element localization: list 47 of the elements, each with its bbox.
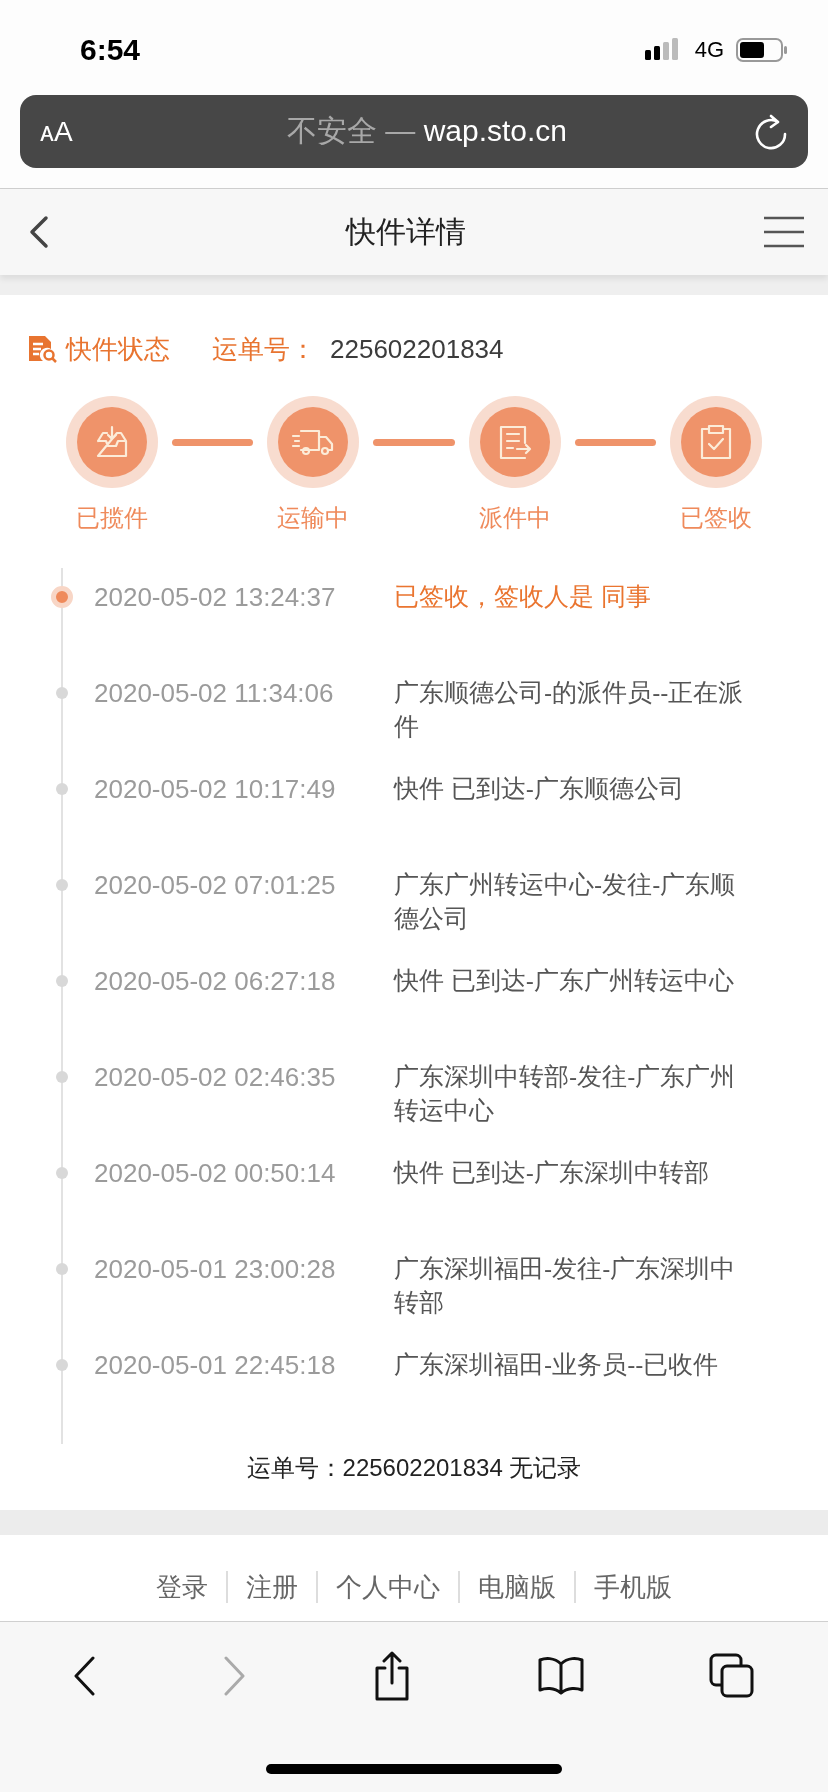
section-title: 快件状态 [66, 332, 170, 366]
clipboard-check-icon [698, 423, 734, 461]
event-description: 广东深圳中转部-发往-广东广州转运中心 [394, 1062, 737, 1126]
battery-icon [736, 37, 788, 62]
tracking-number: 225602201834 [330, 333, 504, 365]
reload-icon[interactable] [754, 113, 788, 150]
no-record-note: 运单号：225602201834 无记录 [245, 1453, 583, 1483]
footer-link[interactable]: 电脑版 [458, 1571, 574, 1603]
event-description: 广东广州转运中心-发往-广东顺德公司 [394, 870, 737, 934]
page-title: 快件详情 [344, 213, 467, 250]
tabs-icon[interactable] [709, 1653, 756, 1699]
document-search-icon [28, 335, 58, 363]
status-time: 6:54 [80, 31, 142, 67]
event-time: 2020-05-02 13:24:37 [93, 581, 337, 614]
event-time: 2020-05-02 07:01:25 [93, 869, 337, 902]
event-time: 2020-05-02 06:27:18 [93, 965, 337, 998]
step-label: 已揽件 [76, 503, 148, 533]
event-description: 已签收，签收人是 同事 [394, 582, 652, 612]
event-time: 2020-05-01 23:00:28 [93, 1253, 337, 1286]
footer-link[interactable]: 个人中心 [316, 1571, 458, 1603]
back-button[interactable] [28, 215, 50, 249]
step-label: 已签收 [680, 503, 752, 533]
event-description: 快件 已到达-广东深圳中转部 [394, 1158, 710, 1188]
event-time: 2020-05-02 02:46:35 [93, 1061, 337, 1094]
tracking-number-label: 运单号： [212, 332, 316, 366]
event-description: 广东深圳福田-发往-广东深圳中转部 [394, 1254, 737, 1318]
menu-button[interactable] [762, 215, 806, 249]
address-bar[interactable]: ᴀA 不安全 — wap.sto.cn [20, 95, 808, 168]
event-description: 快件 已到达-广东广州转运中心 [394, 966, 735, 996]
event-time: 2020-05-02 00:50:14 [93, 1157, 337, 1190]
step-label: 运输中 [277, 503, 350, 533]
event-description: 快件 已到达-广东顺德公司 [394, 774, 685, 804]
event-time: 2020-05-01 22:45:18 [93, 1349, 337, 1382]
event-description: 广东顺德公司-的派件员--正在派件 [394, 678, 745, 742]
back-icon[interactable] [72, 1656, 97, 1696]
event-description: 广东深圳福田-业务员--已收件 [394, 1350, 720, 1380]
book-icon[interactable] [537, 1656, 584, 1696]
security-label: 不安全 — [286, 114, 416, 147]
footer-link[interactable]: 手机版 [574, 1571, 690, 1603]
domain-text: wap.sto.cn [423, 114, 568, 147]
step-label: 派件中 [478, 503, 551, 533]
event-time: 2020-05-02 10:17:49 [93, 773, 337, 806]
footer-link[interactable]: 注册 [226, 1571, 316, 1603]
network-type: 4G [694, 36, 724, 63]
event-time: 2020-05-02 11:34:06 [93, 677, 335, 710]
footer-link[interactable]: 登录 [138, 1571, 226, 1603]
text-size-button[interactable]: ᴀA [40, 115, 100, 148]
